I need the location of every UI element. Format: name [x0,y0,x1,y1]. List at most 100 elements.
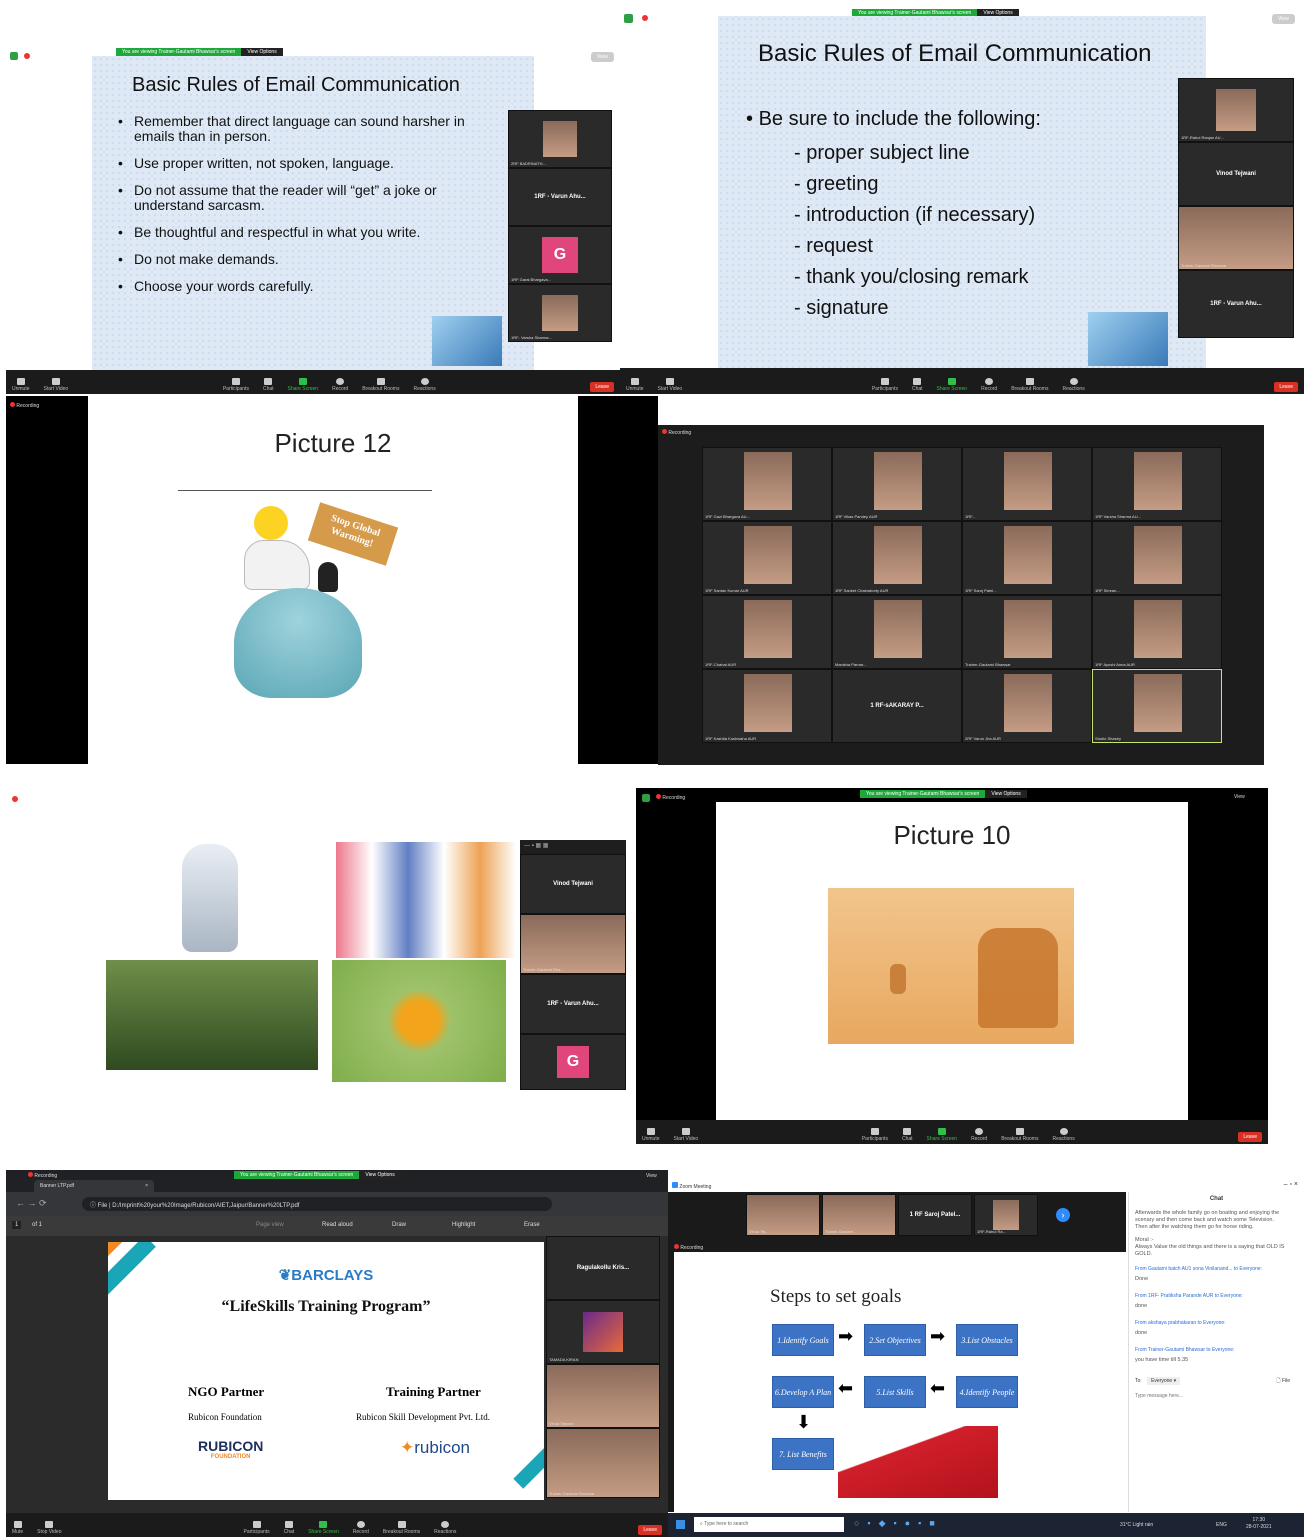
participant-tile[interactable]: 1RF Saroj Patel... [962,521,1092,595]
participant-tile[interactable]: Vinod Tejwani [1178,142,1294,206]
leave-button[interactable]: Leave [1274,382,1298,392]
window-controls[interactable]: – ▫ × [1284,1181,1298,1188]
start-video-button[interactable]: Start Video [44,378,68,392]
unmute-button[interactable]: Unmute [642,1128,660,1142]
participant-tile[interactable]: 1RF Simran... [1092,521,1222,595]
participant-tile[interactable]: Trainer-Gautami Bhawsar [962,595,1092,669]
meeting-info-icon[interactable] [624,14,633,23]
participant-tile[interactable]: Ragulakollu Kris... [546,1236,660,1300]
reactions-button[interactable]: Reactions [413,378,436,392]
participant-tile[interactable]: Trainer-Gautami Bhawsar [1178,206,1294,270]
participant-tile[interactable]: 1RF Vikas Pandey AUR [832,447,962,521]
highlight-button[interactable]: Highlight [452,1222,475,1228]
participant-tile[interactable]: Vinod Tejwani [546,1364,660,1428]
participant-tile[interactable]: 1RF - Varun Ahu... [508,168,612,226]
breakout-rooms-button[interactable]: Breakout Rooms [1001,1128,1038,1142]
participant-tile[interactable]: TAMADA KIRAN [546,1300,660,1364]
clock[interactable]: 17:30 28-07-2021 [1246,1517,1272,1531]
participant-tile[interactable]: 1 RF-sAKARAY P... [832,669,962,743]
leave-button[interactable]: Leave [1238,1132,1262,1142]
view-button[interactable]: View [1272,14,1295,24]
record-button[interactable]: Record [353,1521,369,1535]
taskbar-search[interactable]: ⌕ Type here to search [694,1517,844,1532]
view-button[interactable]: View [646,1173,657,1179]
participant-tile[interactable]: 1 RF Saroj Patel... [898,1194,972,1236]
stop-video-button[interactable]: Stop Video [37,1521,62,1535]
participant-tile[interactable]: Trainer-Gautam... [822,1194,896,1236]
participant-tile[interactable]: 1RF Varsha Sharma AU... [1092,447,1222,521]
participant-tile[interactable]: 2RF Varun Jha AUR [962,669,1092,743]
page-view-button[interactable]: Page view [256,1222,284,1228]
share-screen-button[interactable]: Share Screen [308,1521,339,1535]
participant-tile[interactable]: 1RF Kashita Kushwaha AUR [702,669,832,743]
participant-tile[interactable]: Studio Shastry [1092,669,1222,743]
participant-tile[interactable]: 1RF Gazi Bhargava AU... [702,447,832,521]
leave-button[interactable]: Leave [638,1525,662,1535]
participant-tile[interactable]: Trainer-Gautami Bhawsar [546,1428,660,1498]
reactions-button[interactable]: Reactions [434,1521,456,1535]
unmute-button[interactable]: Unmute [12,378,30,392]
share-screen-button[interactable]: Share Screen [288,378,318,392]
participant-tile[interactable]: 1RF- Varsha Sharma... [508,284,612,342]
file-button[interactable]: 🗋 File [1277,1378,1290,1386]
participant-tile[interactable]: 1RF Ayushi Anna AUR [1092,595,1222,669]
start-video-button[interactable]: Start Video [658,378,682,392]
participant-tile[interactable]: G [520,1034,626,1090]
language-indicator[interactable]: ENG [1216,1522,1227,1528]
participants-button[interactable]: Participants [872,378,898,392]
chat-input[interactable] [1135,1390,1295,1402]
breakout-rooms-button[interactable]: Breakout Rooms [362,378,399,392]
reactions-button[interactable]: Reactions [1062,378,1085,392]
erase-button[interactable]: Erase [524,1222,540,1228]
close-tab-icon[interactable]: × [145,1183,148,1189]
read-aloud-button[interactable]: Read aloud [322,1222,353,1228]
leave-button[interactable]: Leave [590,382,614,392]
participant-tile[interactable]: 2RF BADRINATH... [508,110,612,168]
participant-tile[interactable]: 1RF Sanket Chakraborty AUR [832,521,962,595]
nav-buttons[interactable]: ← → ⟳ [16,1198,47,1209]
participant-tile[interactable]: 1RF Santan Kumar AUR [702,521,832,595]
participant-tile[interactable]: Trainer-Gautami Bha... [520,914,626,974]
strip-controls[interactable]: — ▪ ▦ ▦ [520,840,626,854]
chat-button[interactable]: Chat [912,378,923,392]
participant-tile[interactable]: G 1RF Garal Bhargava... [508,226,612,284]
participant-tile[interactable]: Manisha Parnar... [832,595,962,669]
view-button[interactable]: View [591,52,614,62]
breakout-rooms-button[interactable]: Breakout Rooms [1011,378,1048,392]
meeting-info-icon[interactable] [642,794,650,802]
taskbar-apps[interactable]: ○▪◆▪●▪■ [854,1518,943,1529]
participants-button[interactable]: Participants [862,1128,888,1142]
recipient-select[interactable]: Everyone ▾ [1147,1377,1181,1385]
chat-button[interactable]: Chat [263,378,274,392]
reactions-button[interactable]: Reactions [1052,1128,1075,1142]
record-button[interactable]: Record [971,1128,987,1142]
participant-tile[interactable]: 1RF... [962,447,1092,521]
participant-tile[interactable]: Vinod Tej... [746,1194,820,1236]
participant-tile[interactable]: Vinod Tejwani [520,854,626,914]
participants-button[interactable]: Participants [244,1521,270,1535]
chat-button[interactable]: Chat [902,1128,913,1142]
breakout-rooms-button[interactable]: Breakout Rooms [383,1521,420,1535]
view-options-button[interactable]: View Options [985,790,1027,798]
participant-tile[interactable]: 1RF-Rahul Ra... [974,1194,1038,1236]
next-page-icon[interactable]: › [1056,1208,1070,1222]
start-video-button[interactable]: Start Video [674,1128,698,1142]
participant-tile[interactable]: 1RF-Rahul Ranjan AU... [1178,78,1294,142]
view-options-button[interactable]: View Options [359,1171,401,1179]
chat-button[interactable]: Chat [284,1521,294,1535]
browser-tab[interactable]: Banner LTP.pdf × [34,1180,154,1192]
view-options-button[interactable]: View Options [241,48,283,56]
url-field[interactable]: ⓘ File | D:/Imprint%20your%20Image/Rubic… [82,1197,552,1211]
participant-tile[interactable]: 1RF - Varun Ahu... [520,974,626,1034]
participant-tile[interactable]: 1RF-Chahat AUR [702,595,832,669]
participant-tile[interactable]: 1RF - Varun Ahu... [1178,270,1294,338]
start-icon[interactable] [676,1520,685,1529]
draw-button[interactable]: Draw [392,1222,406,1228]
mute-button[interactable]: Mute [12,1521,23,1535]
share-screen-button[interactable]: Share Screen [927,1128,957,1142]
unmute-button[interactable]: Unmute [626,378,644,392]
record-button[interactable]: Record [332,378,348,392]
page-number-input[interactable]: 1 [12,1221,22,1229]
share-screen-button[interactable]: Share Screen [937,378,967,392]
participants-button[interactable]: Participants [223,378,249,392]
